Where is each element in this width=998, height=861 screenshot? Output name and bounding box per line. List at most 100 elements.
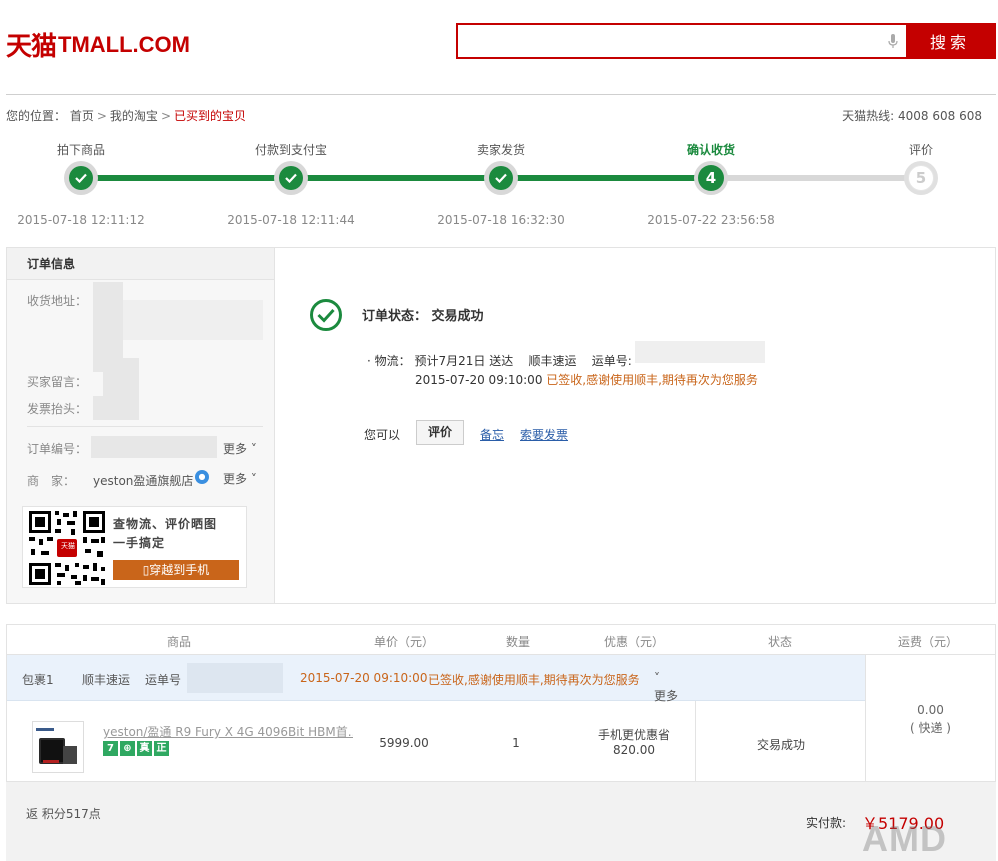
qr-promo-text: 查物流、评价晒图 一手搞定: [113, 517, 218, 550]
tmall-logo[interactable]: 天猫 TMALL.COM: [6, 26, 190, 63]
package-name: 包裹1: [22, 673, 54, 687]
amd-watermark: AMD: [862, 818, 947, 859]
unit-price: 5999.00: [379, 736, 429, 750]
order-section: 订单信息 收货地址： 买家留言： 发票抬头： 订单编号： 更多 ˅ 商 家： y…: [6, 247, 996, 604]
freight-type: ( 快递 ): [910, 721, 951, 735]
col-product: 商品: [166, 635, 192, 649]
seller-name[interactable]: yeston盈通旗舰店: [93, 472, 193, 489]
header-divider: [6, 94, 996, 95]
step-label-1: 拍下商品: [56, 143, 106, 157]
product-thumbnail[interactable]: [32, 721, 84, 773]
item-status-cell: 交易成功: [695, 701, 865, 781]
genuine-icon[interactable]: 真: [137, 741, 152, 756]
wangwang-chat-icon[interactable]: ●: [195, 470, 209, 484]
step-node-1: [64, 161, 98, 195]
order-footer: 返 积分517点 实付款: ￥5179.00: [6, 782, 996, 861]
hotline: 天猫热线: 4008 608 608: [842, 109, 982, 123]
step-node-5: 5: [904, 161, 938, 195]
search-button[interactable]: 搜索: [906, 25, 994, 57]
col-status: 状态: [767, 635, 793, 649]
checkmark-icon: [75, 173, 87, 183]
package-waybill-label: 运单号: [145, 673, 182, 687]
breadcrumb-current: 已买到的宝贝: [174, 109, 247, 123]
order-info-title: 订单信息: [7, 248, 274, 280]
breadcrumb-home[interactable]: 首页: [70, 109, 94, 123]
logistics-update-time: 2015-07-20 09:10:00: [415, 373, 543, 387]
package-time: 2015-07-20 09:10:00: [300, 671, 428, 685]
order-status-panel: 订单状态： 交易成功 · 物流： 预计7月21日 送达 顺丰速运 运单号: 20…: [275, 248, 995, 603]
discount: 手机更优惠省 820.00: [598, 728, 670, 758]
freight-cell: 0.00 ( 快递 ): [865, 655, 995, 781]
seller-more-link[interactable]: 更多 ˅: [223, 470, 257, 487]
graphics-card-image: [33, 722, 83, 772]
memo-link[interactable]: 备忘: [480, 426, 504, 443]
package-msg: 已签收,感谢使用顺丰,期待再次为您服务: [428, 673, 640, 687]
redacted-waybill: [635, 341, 765, 363]
guarantee-icon[interactable]: ⊕: [120, 741, 135, 756]
step-label-4: 确认收货: [686, 143, 736, 157]
col-discount: 优惠（元）: [603, 635, 665, 649]
quantity: 1: [512, 736, 520, 750]
logistics-prefix: · 物流：: [367, 354, 411, 368]
col-unit-price: 单价（元）: [373, 635, 435, 649]
discount-value: 820.00: [612, 743, 655, 757]
logistics-waybill-label: 运单号:: [591, 354, 632, 368]
checkmark-icon: [285, 173, 297, 183]
mobile-qr-card: 天猫 查物流、评价晒图 一手搞定 ▯穿越到手机: [22, 506, 247, 588]
address-label: 收货地址：: [27, 294, 88, 308]
order-more-link[interactable]: 更多 ˅: [223, 440, 257, 457]
redacted-address: [123, 300, 263, 340]
package-more-link[interactable]: 更多 ˅: [654, 671, 678, 703]
search-input[interactable]: [458, 25, 880, 57]
microphone-icon[interactable]: [880, 25, 906, 57]
service-badges: 7 ⊕ 真 正: [103, 741, 169, 756]
step-time-1: 2015-07-18 12:11:12: [17, 213, 145, 227]
order-info-panel: 订单信息 收货地址： 买家留言： 发票抬头： 订单编号： 更多 ˅ 商 家： y…: [7, 248, 275, 603]
step-label-5: 评价: [908, 143, 934, 157]
side-divider: [27, 426, 263, 427]
paid-label: 实付款:: [806, 816, 847, 830]
package-row: 包裹1 顺丰速运 运单号 2015-07-20 09:10:00 已签收,感谢使…: [7, 655, 865, 703]
item-row: yeston/盈通 R9 Fury X 4G 4096Bit HBM首... 7…: [7, 701, 865, 781]
checkmark-icon: [495, 173, 507, 183]
authentic-icon[interactable]: 正: [154, 741, 169, 756]
seller-label: 商 家：: [27, 474, 76, 488]
redacted-order-number: [91, 436, 217, 458]
logo-english: TMALL.COM: [58, 31, 190, 57]
items-table: 商品 单价（元） 数量 优惠（元） 状态 运费（元） 包裹1 顺丰速运 运单号 …: [6, 624, 996, 782]
logo-chinese: 天猫: [6, 32, 57, 62]
qr-badge: 天猫: [61, 542, 75, 550]
breadcrumb-my-taobao[interactable]: 我的淘宝: [110, 109, 158, 123]
invoice-title-label: 发票抬头：: [27, 402, 88, 416]
breadcrumb-prefix: 您的位置：: [6, 109, 67, 123]
logistics-update-msg: 已签收,感谢使用顺丰,期待再次为您服务: [546, 373, 758, 387]
progress-track-done: [81, 175, 711, 181]
redacted-waybill: [187, 663, 283, 693]
step-node-2: [274, 161, 308, 195]
step-time-3: 2015-07-18 16:32:30: [437, 213, 565, 227]
order-number-label: 订单编号：: [27, 442, 88, 456]
step-node-3: [484, 161, 518, 195]
step-label-3: 卖家发货: [476, 143, 526, 157]
actions-label: 您可以: [364, 428, 401, 442]
send-to-phone-button[interactable]: ▯穿越到手机: [113, 560, 239, 580]
order-status-text: 订单状态： 交易成功: [362, 309, 484, 324]
review-button[interactable]: 评价: [416, 420, 464, 445]
seven-day-return-icon[interactable]: 7: [103, 741, 118, 756]
progress-track-todo: [711, 175, 921, 181]
items-table-header: 商品 单价（元） 数量 优惠（元） 状态 运费（元）: [7, 625, 995, 655]
search-bar: 搜索: [456, 23, 996, 59]
request-invoice-link[interactable]: 索要发票: [520, 426, 568, 443]
discount-label: 手机更优惠省: [597, 728, 671, 742]
chevron-right-icon: >: [96, 109, 107, 123]
step-time-4: 2015-07-22 23:56:58: [647, 213, 775, 227]
redacted-invoice: [93, 396, 123, 420]
chevron-right-icon: >: [160, 109, 171, 123]
freight-value: 0.00: [917, 703, 944, 717]
reward-points: 返 积分517点: [26, 807, 101, 821]
logistics-eta: 预计7月21日 送达: [414, 354, 514, 368]
step-time-2: 2015-07-18 12:11:44: [227, 213, 355, 227]
product-title-link[interactable]: yeston/盈通 R9 Fury X 4G 4096Bit HBM首...: [103, 723, 353, 740]
breadcrumb: 您的位置： 首页 > 我的淘宝 > 已买到的宝贝: [6, 107, 246, 124]
step-node-4: 4: [694, 161, 728, 195]
